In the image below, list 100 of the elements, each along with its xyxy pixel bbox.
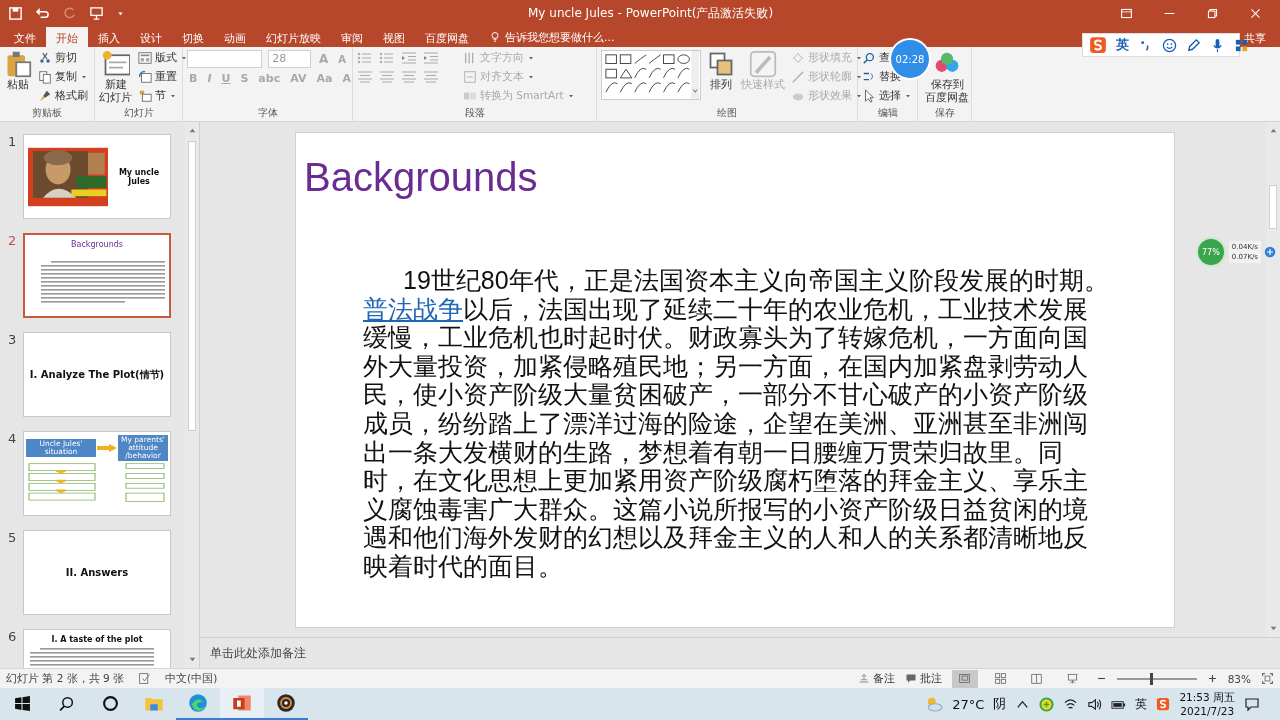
- music-disc-icon: [276, 693, 296, 713]
- thumbnail-title: I. Analyze The Plot(情节): [29, 367, 165, 382]
- section-icon: [138, 89, 152, 103]
- weather-icon: [925, 695, 944, 713]
- slide-thumbnail[interactable]: I. Analyze The Plot(情节): [23, 332, 171, 417]
- slide-number: 1: [8, 134, 18, 151]
- ribbon-tab[interactable]: 幻灯片放映: [256, 27, 331, 47]
- shape-outline-icon: [791, 70, 805, 84]
- caret-icon: [527, 73, 535, 81]
- slide-thumbnail[interactable]: I. A taste of the plot: [23, 629, 171, 668]
- hyperlink[interactable]: 普法战争: [363, 294, 463, 323]
- copy-button[interactable]: 复制: [38, 69, 88, 85]
- caret-icon: [527, 54, 535, 62]
- comment-icon: [904, 672, 917, 685]
- slide-number: 4: [8, 431, 18, 448]
- select-button[interactable]: 选择: [862, 88, 912, 104]
- shapes-gallery[interactable]: [601, 50, 701, 100]
- slide-number: 6: [8, 629, 18, 646]
- sorter-view-icon: [994, 672, 1008, 685]
- tell-me-field[interactable]: 告诉我您想要做什么...: [505, 29, 615, 45]
- clock-time[interactable]: 21:53 周五: [1179, 690, 1235, 704]
- input-method-indicator[interactable]: 英: [1135, 695, 1148, 713]
- ribbon-tab[interactable]: 视图: [373, 27, 415, 47]
- ribbon-tab[interactable]: 审阅: [331, 27, 373, 47]
- ribbon-tab[interactable]: 开始: [46, 27, 88, 47]
- format-painter-button[interactable]: 格式刷: [38, 88, 88, 104]
- caret-icon: [855, 92, 863, 100]
- layout-icon: [138, 51, 152, 65]
- restore-icon[interactable]: [1206, 7, 1219, 20]
- select-icon: [862, 89, 876, 103]
- slide-number: 5: [8, 530, 18, 547]
- save-icon[interactable]: [8, 6, 23, 21]
- align-icon: [401, 69, 417, 85]
- lightbulb-icon: [489, 31, 501, 43]
- ribbon-tab[interactable]: 设计: [130, 27, 172, 47]
- cut-icon: [38, 51, 52, 65]
- thumbnail-title: Backgrounds: [70, 240, 124, 249]
- normal-view-icon: [958, 672, 972, 685]
- close-icon[interactable]: [1249, 7, 1262, 20]
- ribbon-tab[interactable]: 百度网盘: [415, 27, 479, 47]
- scroll-up-icon: [187, 126, 197, 135]
- format-painter-icon: [38, 89, 52, 103]
- ribbon-tab[interactable]: 切换: [172, 27, 214, 47]
- thumbnail-title: I. A taste of the plot: [50, 635, 144, 644]
- expand-icon: [1264, 246, 1276, 258]
- indent-icon: [401, 50, 417, 66]
- volume-icon: [1087, 696, 1103, 712]
- find-icon: [862, 51, 876, 65]
- temperature-text: 27°C: [952, 696, 985, 712]
- new-slide-icon: [101, 50, 130, 78]
- browser-icon: [188, 693, 208, 713]
- caret-icon[interactable]: [116, 9, 125, 18]
- slide-number: 3: [8, 332, 18, 349]
- pen-icon: [1186, 37, 1201, 53]
- slideshow-icon[interactable]: [89, 6, 104, 21]
- quick-styles-icon: [749, 50, 777, 78]
- arrange-button[interactable]: 排列: [707, 50, 735, 106]
- arrange-icon: [707, 50, 735, 78]
- layout-button[interactable]: 版式: [138, 50, 188, 66]
- zoom-in-icon[interactable]: [1206, 673, 1218, 684]
- group-label: 绘图: [716, 106, 738, 120]
- group-label: 编辑: [876, 106, 899, 120]
- group-label: 段落: [463, 106, 486, 120]
- ribbon-tab[interactable]: 动画: [214, 27, 256, 47]
- ribbon-display-icon[interactable]: [1120, 7, 1133, 20]
- ribbon-tab[interactable]: 文件: [4, 27, 46, 47]
- notes-button[interactable]: 备注: [857, 670, 895, 687]
- scrollbar-thumb[interactable]: [188, 141, 196, 431]
- section-button[interactable]: 节: [138, 88, 177, 104]
- comments-button[interactable]: 批注: [904, 670, 942, 687]
- slide-thumbnail[interactable]: My uncle Jules: [23, 134, 171, 219]
- cut-button[interactable]: 剪切: [38, 50, 77, 66]
- clock-date[interactable]: 2021/7/23: [1180, 704, 1235, 718]
- zoom-slider-thumb[interactable]: [1150, 672, 1154, 685]
- paste-button[interactable]: 粘贴: [4, 50, 32, 106]
- ribbon-tab[interactable]: 插入: [88, 27, 130, 47]
- view-button[interactable]: [951, 669, 978, 688]
- new-slide-button[interactable]: 新建 幻灯片: [99, 50, 132, 106]
- align-icon: [357, 69, 373, 85]
- zoom-percent[interactable]: 83%: [1227, 672, 1251, 685]
- slide-thumbnail[interactable]: Backgrounds: [23, 233, 171, 318]
- scroll-down-icon: [187, 655, 197, 664]
- input-mode-toggle[interactable]: 英: [1116, 36, 1129, 54]
- caret-icon: [566, 92, 575, 100]
- language-text: 中文(中国): [165, 671, 218, 686]
- memory-usage-badge[interactable]: 77%: [1196, 237, 1226, 267]
- undo-icon[interactable]: [35, 6, 50, 21]
- find-button[interactable]: 查: [862, 50, 890, 66]
- align-text-icon: [463, 70, 477, 84]
- scrollbar-thumb[interactable]: [1269, 185, 1277, 229]
- caret-icon: [855, 73, 863, 81]
- slide-thumbnail[interactable]: II. Answers: [23, 530, 171, 615]
- reading-view-icon: [1030, 672, 1044, 685]
- emoji-icon: [1162, 37, 1177, 53]
- reset-button[interactable]: 重置: [138, 69, 177, 85]
- scroll-down-icon: [1268, 624, 1278, 633]
- caret-icon: [855, 54, 863, 62]
- copy-icon: [38, 70, 52, 84]
- font-name-field[interactable]: [187, 50, 263, 68]
- slide-position-text: 幻灯片 第 2 张，共 9 张: [6, 671, 125, 686]
